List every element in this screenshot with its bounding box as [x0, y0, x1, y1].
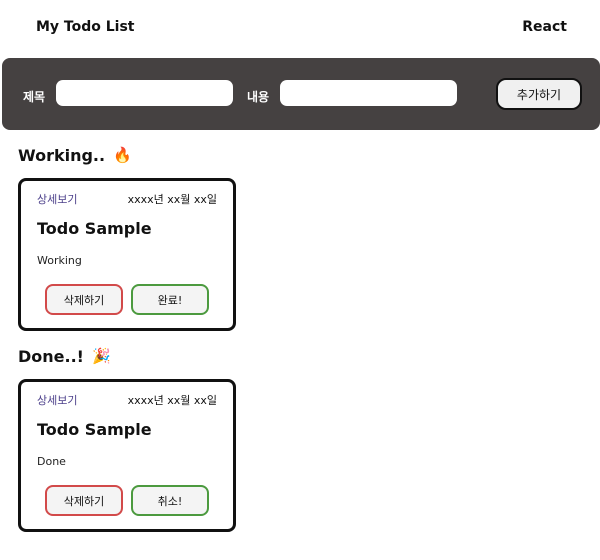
content-label: 내용	[247, 90, 270, 104]
delete-button[interactable]: 삭제하기	[45, 284, 123, 315]
card-title: Todo Sample	[37, 219, 152, 238]
content-input[interactable]	[280, 80, 457, 106]
app-title: My Todo List	[36, 19, 135, 35]
card-body: Done	[37, 455, 66, 468]
title-label: 제목	[23, 90, 46, 104]
card-title: Todo Sample	[37, 420, 152, 439]
done-title-text: Done..!	[18, 347, 84, 366]
title-input[interactable]	[56, 80, 233, 106]
add-button[interactable]: 추가하기	[496, 78, 582, 110]
todo-card-done: 상세보기 xxxx년 xx월 xx일 Todo Sample Done 삭제하기…	[18, 379, 236, 532]
delete-button[interactable]: 삭제하기	[45, 485, 123, 516]
working-section-title: Working.. 🔥	[18, 146, 132, 165]
fire-icon: 🔥	[113, 146, 132, 164]
app-brand: React	[522, 19, 567, 35]
detail-link[interactable]: 상세보기	[37, 392, 77, 408]
cancel-button[interactable]: 취소!	[131, 485, 209, 516]
card-date: xxxx년 xx월 xx일	[127, 193, 217, 206]
todo-card-working: 상세보기 xxxx년 xx월 xx일 Todo Sample Working 삭…	[18, 178, 236, 331]
party-popper-icon: 🎉	[91, 347, 111, 365]
working-title-text: Working..	[18, 146, 106, 165]
card-date: xxxx년 xx월 xx일	[127, 394, 217, 407]
todo-form: 제목 내용 추가하기	[2, 58, 600, 130]
complete-button[interactable]: 완료!	[131, 284, 209, 315]
done-section-title: Done..! 🎉	[18, 347, 111, 366]
card-body: Working	[37, 254, 82, 267]
detail-link[interactable]: 상세보기	[37, 191, 77, 207]
header: My Todo List React	[0, 0, 600, 58]
